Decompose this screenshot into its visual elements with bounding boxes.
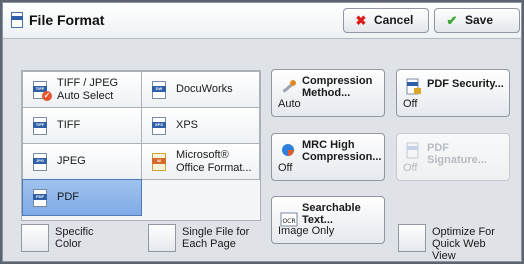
checkbox-box[interactable] [21, 224, 49, 252]
pdf-signature-title: PDF Signature... [427, 142, 487, 166]
office-icon: W [152, 153, 166, 171]
compression-method-button[interactable]: Compression Method... Auto [271, 69, 385, 117]
checkbox-box[interactable] [398, 224, 426, 252]
format-label-line1: Microsoft® [176, 149, 229, 161]
cancel-button[interactable]: ✖ Cancel [343, 8, 429, 33]
pdf-security-title: PDF Security... [427, 78, 504, 90]
pdf-signature-icon [405, 142, 423, 160]
file-format-dialog: File Format ✖ Cancel ✔ Save TIFF ✓ TIFF /… [2, 2, 522, 262]
format-xps[interactable]: XPS XPS [141, 107, 260, 144]
tiff-jpeg-icon: TIFF ✓ [33, 81, 52, 101]
checkbox-label-line2: Color [55, 238, 82, 250]
mrc-title-line1: MRC High [302, 139, 355, 151]
format-label: XPS [176, 119, 199, 131]
format-label: PDF [57, 191, 79, 203]
mrc-title-line2: Compression... [302, 151, 382, 163]
mrc-icon [280, 142, 298, 160]
single-file-each-page-checkbox[interactable]: Single File for Each Page [148, 224, 256, 252]
checkbox-box[interactable] [148, 224, 176, 252]
save-label: Save [465, 13, 494, 27]
pdf-lock-icon [405, 78, 423, 96]
searchable-title-line1: Searchable [302, 202, 361, 214]
checkbox-label-line1: Single File for [182, 226, 250, 238]
checkbox-label-line1: Optimize For [432, 226, 495, 238]
format-label: DocuWorks [176, 83, 233, 95]
optimize-quick-web-view-checkbox[interactable]: Optimize For Quick Web View [398, 224, 506, 262]
format-label: TIFF [57, 119, 81, 131]
format-jpeg[interactable]: JPG JPEG [22, 143, 142, 180]
jpeg-icon: JPG [33, 153, 47, 171]
format-label-line2: Auto Select [57, 90, 114, 102]
compression-value: Auto [278, 98, 301, 110]
page-title: File Format [29, 12, 105, 28]
format-label-line1: TIFF / JPEG [57, 77, 119, 89]
checkmark-icon: ✔ [446, 13, 458, 28]
save-button[interactable]: ✔ Save [434, 8, 520, 33]
docuworks-icon: DW [152, 81, 166, 99]
pdf-signature-value: Off [403, 162, 418, 174]
close-icon: ✖ [355, 13, 367, 28]
checkbox-label-line1: Specific [55, 226, 94, 238]
format-tiff[interactable]: TIFF TIFF [22, 107, 142, 144]
pdf-security-value: Off [403, 98, 418, 110]
mrc-high-compression-button[interactable]: MRC High Compression... Off [271, 133, 385, 181]
compression-title-line2: Method... [302, 87, 351, 99]
format-tiff-jpeg-auto[interactable]: TIFF ✓ TIFF / JPEG Auto Select [22, 71, 142, 108]
searchable-value: Image Only [278, 225, 335, 237]
format-selection-panel: TIFF ✓ TIFF / JPEG Auto Select DW DocuWor… [21, 70, 261, 221]
file-format-icon [11, 12, 23, 28]
mrc-value: Off [278, 162, 293, 174]
specific-color-checkbox[interactable]: Specific Color [21, 224, 129, 252]
format-docuworks[interactable]: DW DocuWorks [141, 71, 260, 108]
tiff-icon: TIFF [33, 117, 47, 135]
svg-text:OCR: OCR [282, 218, 295, 225]
pdf-security-button[interactable]: PDF Security... Off [396, 69, 510, 117]
format-pdf[interactable]: PDF PDF [22, 179, 142, 216]
pdf-signature-button: PDF Signature... Off [396, 133, 510, 181]
format-office[interactable]: W Microsoft® Office Format... [141, 143, 260, 180]
format-label-line2: Office Format... [176, 162, 252, 174]
searchable-text-button[interactable]: OCR Searchable Text... Image Only [271, 196, 385, 244]
compression-icon [280, 78, 298, 96]
dialog-header: File Format ✖ Cancel ✔ Save [3, 3, 521, 39]
format-label: JPEG [57, 155, 86, 167]
xps-icon: XPS [152, 117, 166, 135]
checkbox-label-line2: Quick Web View [432, 238, 486, 262]
cancel-label: Cancel [374, 13, 414, 27]
compression-title-line1: Compression [302, 75, 373, 87]
pdf-icon: PDF [33, 189, 47, 207]
checkbox-label-line2: Each Page [182, 238, 236, 250]
